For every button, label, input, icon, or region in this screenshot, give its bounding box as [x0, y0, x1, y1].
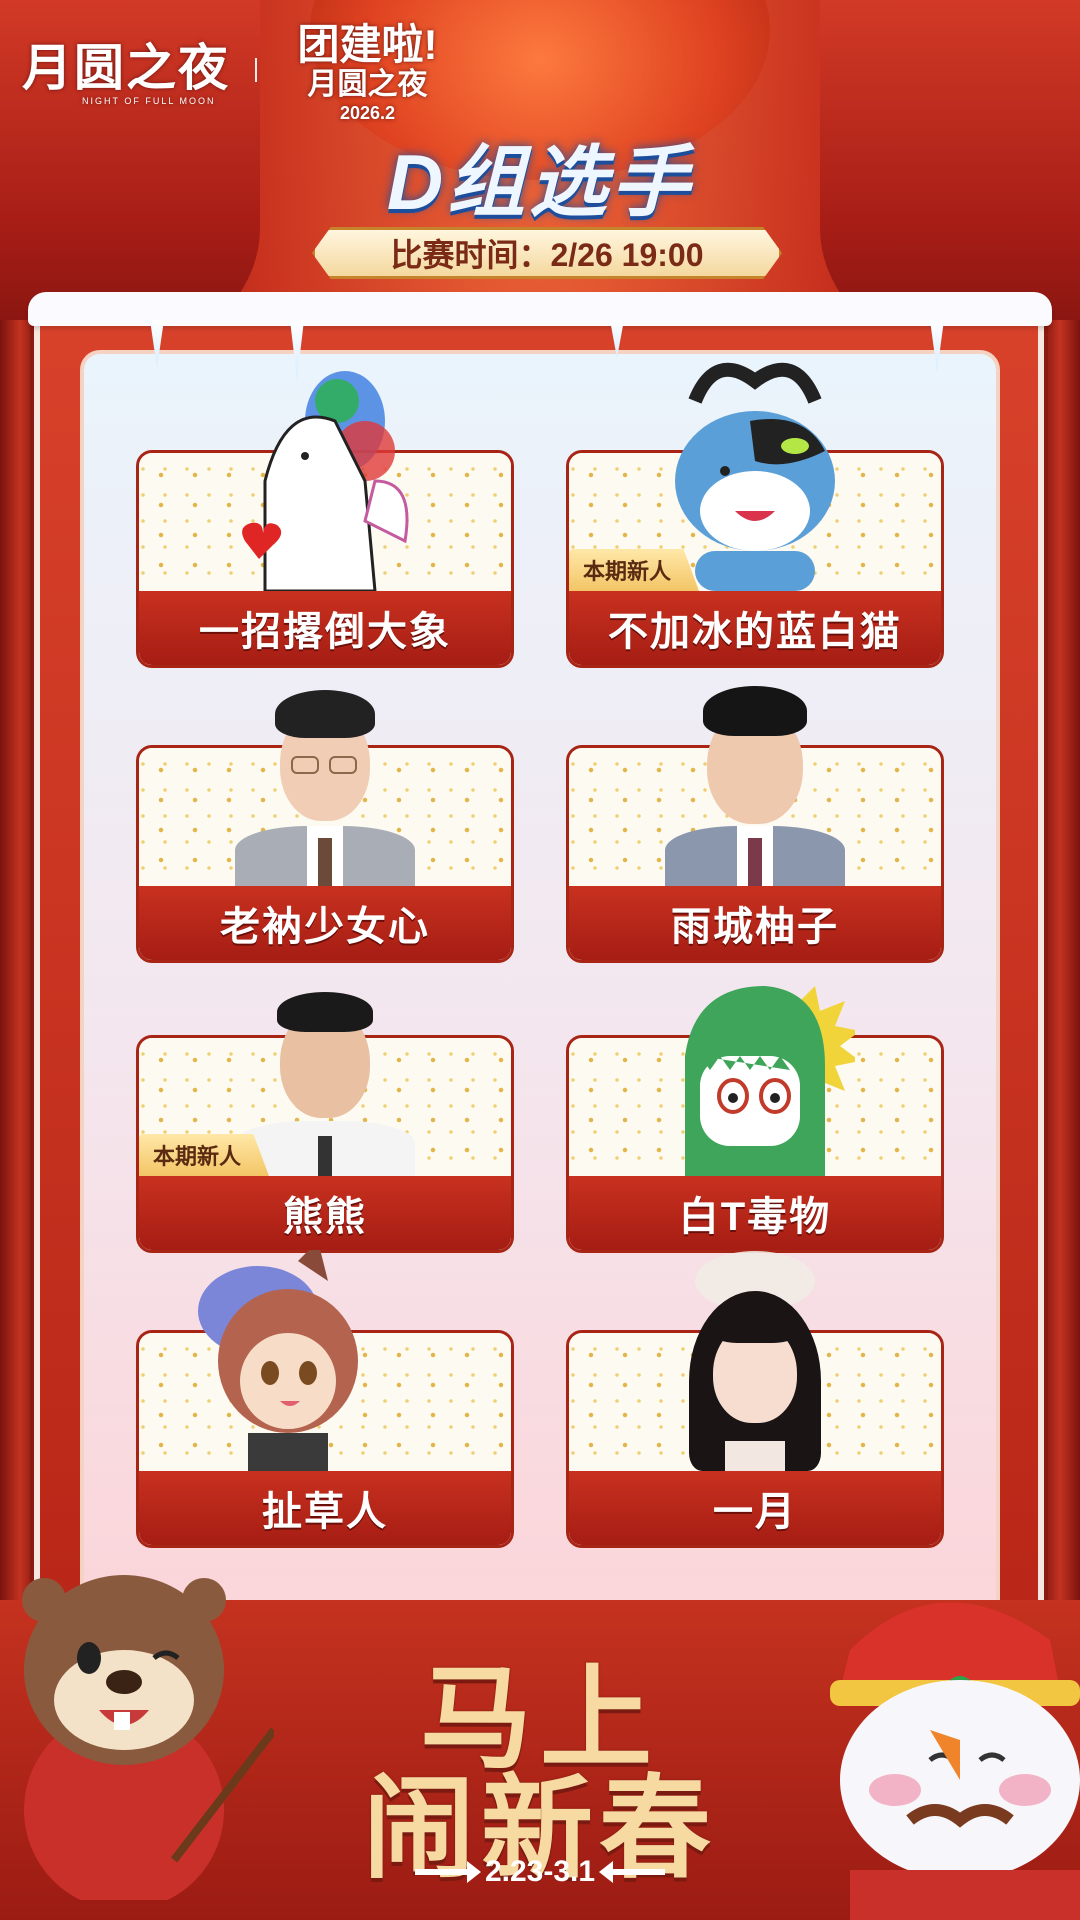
- new-player-tag: 本期新人: [569, 549, 700, 591]
- player-avatar: [225, 361, 425, 593]
- player-card[interactable]: 一招撂倒大象: [136, 371, 514, 668]
- player-card[interactable]: 本期新人 不加冰的蓝白猫: [566, 362, 944, 668]
- player-name: 熊熊: [139, 1176, 511, 1250]
- player-card[interactable]: 一月: [566, 1251, 944, 1548]
- date-range: 2.23-3.1: [484, 1855, 596, 1888]
- player-avatar: [225, 656, 425, 886]
- match-time-banner: 比赛时间：2/26 19:00: [312, 227, 782, 279]
- player-card[interactable]: 雨城柚子: [566, 686, 944, 963]
- snowman-mascot: [810, 1580, 1080, 1920]
- player-avatar: [655, 656, 855, 886]
- player-name: 不加冰的蓝白猫: [569, 591, 941, 665]
- new-player-tag: 本期新人: [139, 1134, 270, 1176]
- player-card[interactable]: 老衲少女心: [136, 690, 514, 963]
- group-title: D组选手: [386, 138, 694, 226]
- player-name: 扯草人: [139, 1471, 511, 1545]
- player-name: 一月: [569, 1471, 941, 1545]
- logo-text: 月圆之夜: [22, 38, 230, 97]
- player-name: 白T毒物: [569, 1176, 941, 1250]
- arrow-right-icon: [414, 1861, 481, 1883]
- player-name: 老衲少女心: [139, 886, 511, 960]
- player-avatar: [655, 946, 860, 1176]
- player-card[interactable]: 白T毒物: [566, 986, 944, 1253]
- event-title: 团建啦!: [297, 21, 438, 68]
- player-avatar: [655, 1241, 855, 1471]
- event-dates: 2.23-3.1: [380, 1852, 700, 1892]
- player-card[interactable]: 本期新人 熊熊: [136, 992, 514, 1253]
- event-logo: 团建啦! 月圆之夜 2026.2: [280, 22, 455, 124]
- game-logo: 月圆之夜 NIGHT OF FULL MOON: [22, 28, 242, 108]
- event-subtitle: 月圆之夜: [307, 68, 428, 101]
- snow-cap: [28, 292, 1052, 326]
- player-name: 雨城柚子: [569, 886, 941, 960]
- player-name: 一招撂倒大象: [139, 591, 511, 665]
- otter-mascot: [14, 1560, 278, 1910]
- arrow-left-icon: [599, 1861, 666, 1883]
- player-avatar: [188, 1241, 388, 1471]
- player-card[interactable]: 扯草人: [136, 1241, 514, 1548]
- header-divider: [255, 58, 257, 82]
- pillar-right: [1040, 320, 1080, 1620]
